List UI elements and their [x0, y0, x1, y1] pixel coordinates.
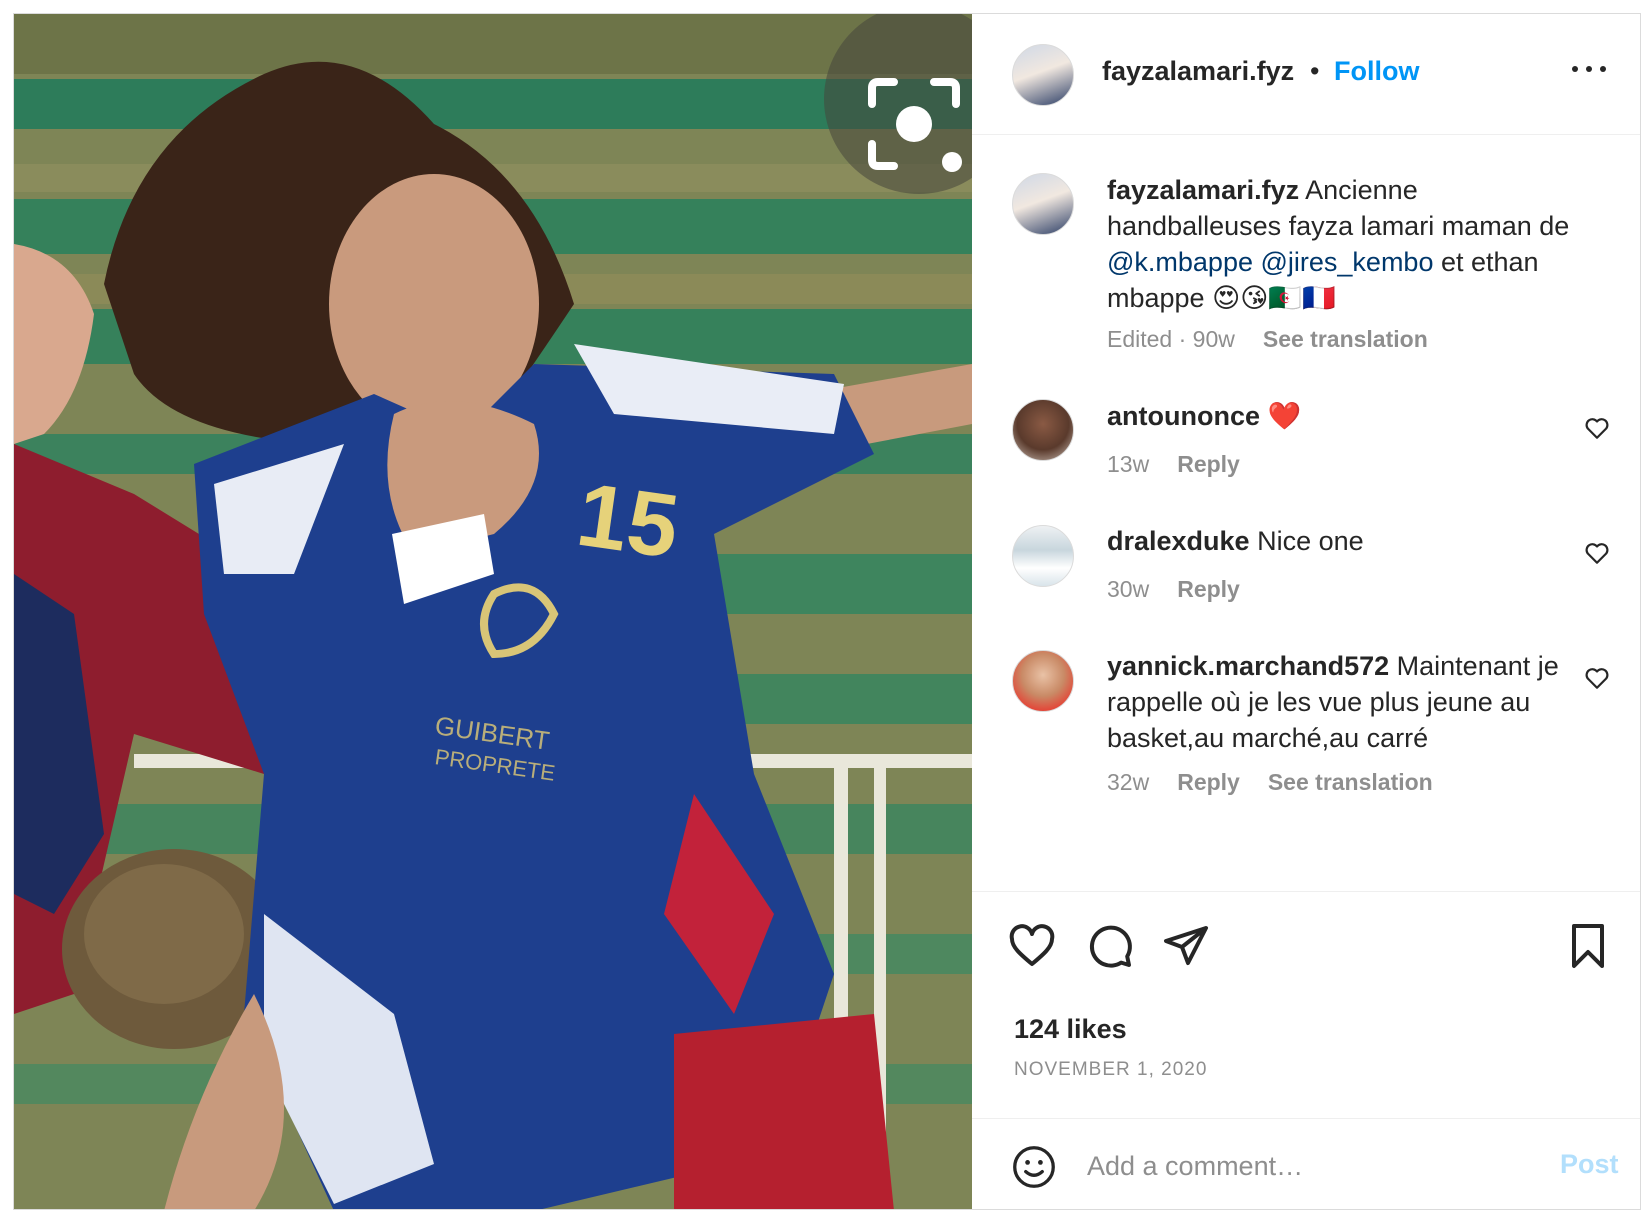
visual-search-icon[interactable]	[864, 74, 964, 174]
post-dialog: 15 GUIBERT PROPRETE fayzalamari.fyz • Fo…	[13, 13, 1641, 1210]
commenter-username[interactable]: antounonce	[1107, 401, 1260, 431]
more-options-icon[interactable]	[1572, 64, 1608, 74]
comment-meta: 32w Reply See translation	[1107, 769, 1433, 796]
caption-meta: Edited · 90w See translation	[1107, 326, 1428, 353]
svg-text:15: 15	[571, 465, 684, 578]
comment-text: antounonce ❤️	[1107, 398, 1577, 434]
heart-icon[interactable]	[1008, 922, 1056, 970]
comment-like-heart-icon[interactable]	[1584, 666, 1610, 690]
comment-text: yannick.marchand572 Maintenant je rappel…	[1107, 648, 1577, 756]
bookmark-icon[interactable]	[1564, 922, 1612, 970]
commenter-avatar[interactable]	[1012, 650, 1074, 712]
header-separator: •	[1310, 56, 1320, 86]
comment-body: ❤️	[1260, 401, 1302, 431]
smiley-icon[interactable]	[1012, 1145, 1056, 1189]
post-comment-button[interactable]: Post	[1560, 1149, 1619, 1180]
comment-bubble-icon[interactable]	[1086, 922, 1134, 970]
add-comment-bar: Post	[972, 1118, 1640, 1209]
comment-meta: 13w Reply	[1107, 451, 1240, 478]
comment-meta: 30w Reply	[1107, 576, 1240, 603]
caption-text: fayzalamari.fyz Ancienne handballeuses f…	[1107, 172, 1577, 316]
paper-plane-icon[interactable]	[1162, 922, 1210, 970]
commenter-avatar[interactable]	[1012, 525, 1074, 587]
caption-username[interactable]: fayzalamari.fyz	[1107, 175, 1299, 205]
see-translation-button[interactable]: See translation	[1263, 326, 1428, 352]
commenter-username[interactable]: yannick.marchand572	[1107, 651, 1389, 681]
commenter-username[interactable]: dralexduke	[1107, 526, 1250, 556]
reply-button[interactable]: Reply	[1177, 451, 1240, 477]
see-translation-button[interactable]: See translation	[1268, 769, 1433, 795]
post-side-panel: fayzalamari.fyz • Follow fayzalamari.fyz…	[972, 14, 1640, 1209]
comment-like-heart-icon[interactable]	[1584, 416, 1610, 440]
comment-time: 30w	[1107, 576, 1150, 602]
author-username[interactable]: fayzalamari.fyz	[1102, 56, 1294, 87]
handball-player-image: 15 GUIBERT PROPRETE	[14, 14, 972, 1209]
post-header: fayzalamari.fyz • Follow	[972, 14, 1640, 135]
author-avatar[interactable]	[1012, 44, 1074, 106]
reply-button[interactable]: Reply	[1177, 576, 1240, 602]
caption-author-avatar[interactable]	[1012, 173, 1074, 235]
comment-input[interactable]	[1087, 1147, 1517, 1185]
post-photo[interactable]: 15 GUIBERT PROPRETE	[14, 14, 972, 1209]
reply-button[interactable]: Reply	[1177, 769, 1240, 795]
likes-count[interactable]: 124 likes	[1014, 1014, 1127, 1045]
follow-button[interactable]: Follow	[1334, 56, 1419, 87]
comment-body: Nice one	[1249, 526, 1364, 556]
caption-edited-time: Edited · 90w	[1107, 326, 1235, 352]
mention-link[interactable]: @jires_kembo	[1261, 247, 1434, 277]
mention-link[interactable]: @k.mbappe	[1107, 247, 1253, 277]
comment-text: dralexduke Nice one	[1107, 523, 1577, 559]
post-date[interactable]: NOVEMBER 1, 2020	[1014, 1059, 1207, 1081]
commenter-avatar[interactable]	[1012, 399, 1074, 461]
comments-list[interactable]: fayzalamari.fyz Ancienne handballeuses f…	[972, 136, 1640, 892]
comment-time: 13w	[1107, 451, 1150, 477]
comment-time: 32w	[1107, 769, 1150, 795]
comment-like-heart-icon[interactable]	[1584, 541, 1610, 565]
